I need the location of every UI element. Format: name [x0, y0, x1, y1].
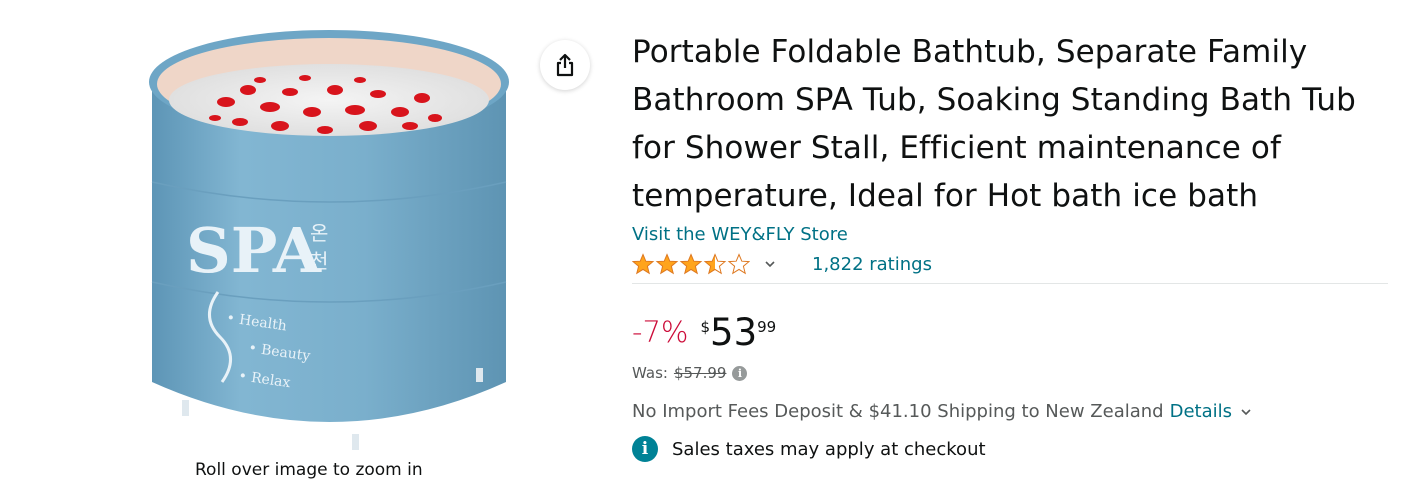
product-info: Portable Foldable Bathtub, Separate Fami…: [632, 28, 1392, 462]
discount-percent: -7%: [632, 315, 689, 349]
was-label: Was:: [632, 364, 668, 382]
was-price-row: Was: $57.99 i: [632, 364, 1392, 382]
share-icon: [556, 53, 574, 77]
divider: [632, 283, 1388, 284]
price-row: -7% $ 53 99: [632, 312, 1392, 358]
price-whole: 53: [710, 311, 758, 354]
tax-notice: i Sales taxes may apply at checkout: [632, 436, 1392, 462]
chevron-down-icon[interactable]: [1240, 408, 1252, 416]
price-symbol: $: [700, 318, 711, 336]
product-image[interactable]: SPA 온 천 • Health • Beauty • Relax: [130, 22, 530, 462]
spa-brand-text: SPA: [186, 214, 322, 287]
current-price: $ 53 99: [700, 312, 776, 354]
rating-row: 1,822 ratings: [632, 251, 1392, 277]
store-link[interactable]: Visit the WEY&FLY Store: [632, 224, 1392, 245]
product-title: Portable Foldable Bathtub, Separate Fami…: [632, 34, 1356, 214]
tax-text: Sales taxes may apply at checkout: [672, 438, 986, 460]
ratings-count-link[interactable]: 1,822 ratings: [812, 254, 932, 275]
price-fraction: 99: [757, 318, 777, 336]
info-icon: i: [632, 436, 658, 462]
product-image-area: SPA 온 천 • Health • Beauty • Relax Roll o…: [0, 0, 610, 480]
details-link[interactable]: Details: [1170, 401, 1232, 422]
share-button[interactable]: [540, 40, 590, 90]
info-icon[interactable]: i: [732, 365, 748, 381]
roll-over-caption: Roll over image to zoom in: [195, 460, 423, 480]
shipping-text: No Import Fees Deposit & $41.10 Shipping…: [632, 401, 1164, 422]
star-rating[interactable]: [632, 252, 750, 276]
star-rating-icon: [632, 254, 750, 274]
was-price: $57.99: [673, 364, 727, 382]
shipping-row: No Import Fees Deposit & $41.10 Shipping…: [632, 401, 1392, 422]
chevron-down-icon[interactable]: [764, 260, 776, 268]
korean-text: 온: [310, 221, 328, 245]
korean-text: 천: [310, 249, 328, 273]
